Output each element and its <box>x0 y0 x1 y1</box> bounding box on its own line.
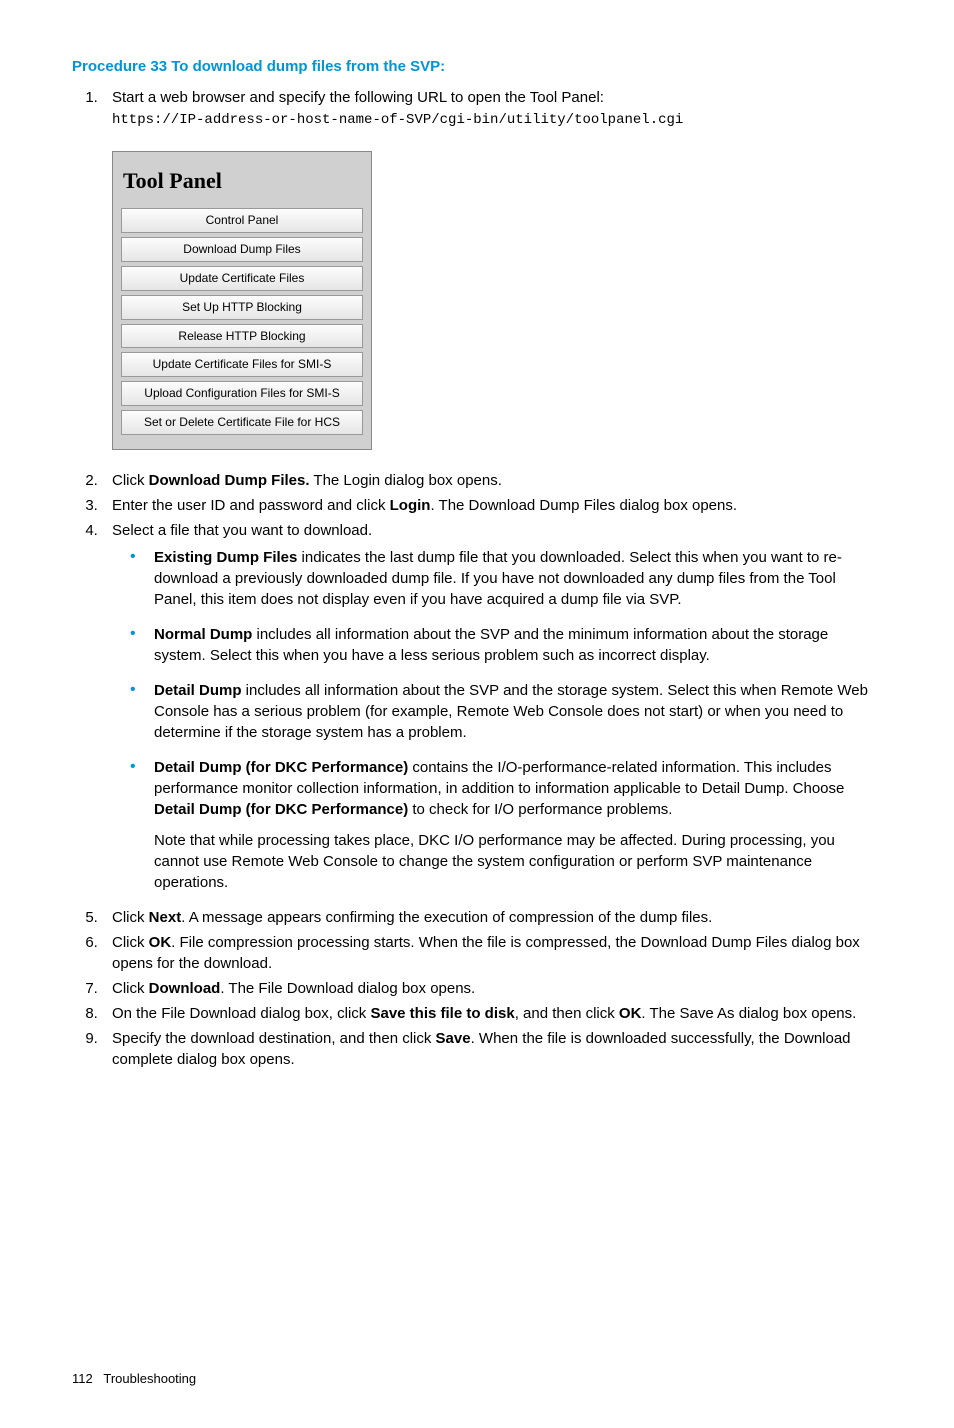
step-8: On the File Download dialog box, click S… <box>102 1003 882 1024</box>
step-text: . The Save As dialog box opens. <box>641 1005 856 1022</box>
step-text: Click <box>112 472 149 489</box>
step-3: Enter the user ID and password and click… <box>102 495 882 516</box>
bullet-note: Note that while processing takes place, … <box>154 830 882 893</box>
step-4-bullets: Existing Dump Files indicates the last d… <box>128 547 882 893</box>
step-text: . A message appears confirming the execu… <box>181 909 712 926</box>
step-bold: OK <box>619 1005 642 1022</box>
tool-panel-screenshot: Tool Panel Control Panel Download Dump F… <box>112 151 372 450</box>
bullet-item: Existing Dump Files indicates the last d… <box>128 547 882 610</box>
step-text: Specify the download destination, and th… <box>112 1030 436 1047</box>
bullet-bold: Detail Dump (for DKC Performance) <box>154 801 408 818</box>
step-6: Click OK. File compression processing st… <box>102 932 882 974</box>
step-text: Click <box>112 909 149 926</box>
step-2: Click Download Dump Files. The Login dia… <box>102 470 882 491</box>
bullet-bold: Detail Dump (for DKC Performance) <box>154 759 408 776</box>
step-bold: Save <box>436 1030 471 1047</box>
section-name: Troubleshooting <box>103 1371 196 1386</box>
step-text: Select a file that you want to download. <box>112 522 372 539</box>
step-bold: Download <box>149 980 221 997</box>
step-text: . File compression processing starts. Wh… <box>112 934 860 972</box>
step-bold: Download Dump Files. <box>149 472 310 489</box>
step-text: Click <box>112 934 149 951</box>
step-text: Enter the user ID and password and click <box>112 497 390 514</box>
tool-panel-button[interactable]: Update Certificate Files for SMI-S <box>121 352 363 377</box>
procedure-title: Procedure 33 To download dump files from… <box>72 56 882 77</box>
tool-panel-button[interactable]: Release HTTP Blocking <box>121 324 363 349</box>
tool-panel-button[interactable]: Set Up HTTP Blocking <box>121 295 363 320</box>
step-text: Click <box>112 980 149 997</box>
step-text: . The Download Dump Files dialog box ope… <box>430 497 737 514</box>
step-text: . The File Download dialog box opens. <box>220 980 475 997</box>
tool-panel-button[interactable]: Update Certificate Files <box>121 266 363 291</box>
step-1: Start a web browser and specify the foll… <box>102 87 882 450</box>
bullet-text: includes all information about the SVP a… <box>154 626 828 664</box>
step-code: https://IP-address-or-host-name-of-SVP/c… <box>112 112 683 128</box>
step-9: Specify the download destination, and th… <box>102 1028 882 1070</box>
bullet-text: includes all information about the SVP a… <box>154 682 868 741</box>
step-5: Click Next. A message appears confirming… <box>102 907 882 928</box>
step-text: , and then click <box>515 1005 619 1022</box>
tool-panel-title: Tool Panel <box>123 166 363 197</box>
step-bold: Next <box>149 909 182 926</box>
tool-panel-button[interactable]: Upload Configuration Files for SMI-S <box>121 381 363 406</box>
procedure-steps: Start a web browser and specify the foll… <box>80 87 882 1070</box>
bullet-bold: Normal Dump <box>154 626 252 643</box>
page-footer: 112 Troubleshooting <box>72 1370 882 1388</box>
step-7: Click Download. The File Download dialog… <box>102 978 882 999</box>
bullet-item: Detail Dump (for DKC Performance) contai… <box>128 757 882 893</box>
tool-panel-button[interactable]: Download Dump Files <box>121 237 363 262</box>
step-bold: Save this file to disk <box>370 1005 514 1022</box>
step-bold: OK <box>149 934 172 951</box>
step-4: Select a file that you want to download.… <box>102 520 882 893</box>
tool-panel-button[interactable]: Set or Delete Certificate File for HCS <box>121 410 363 435</box>
bullet-bold: Detail Dump <box>154 682 242 699</box>
bullet-text: to check for I/O performance problems. <box>408 801 672 818</box>
tool-panel-button[interactable]: Control Panel <box>121 208 363 233</box>
step-bold: Login <box>390 497 431 514</box>
bullet-bold: Existing Dump Files <box>154 549 297 566</box>
step-text: Start a web browser and specify the foll… <box>112 89 604 106</box>
step-text: The Login dialog box opens. <box>310 472 502 489</box>
step-text: On the File Download dialog box, click <box>112 1005 370 1022</box>
page-number: 112 <box>72 1370 100 1388</box>
bullet-item: Detail Dump includes all information abo… <box>128 680 882 743</box>
bullet-item: Normal Dump includes all information abo… <box>128 624 882 666</box>
